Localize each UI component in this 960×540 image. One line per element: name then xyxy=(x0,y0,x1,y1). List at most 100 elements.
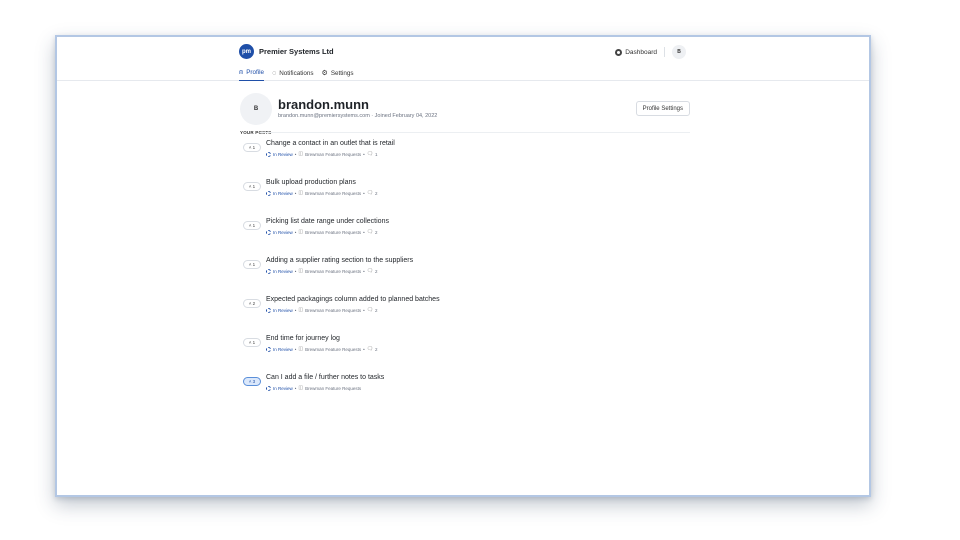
comment-icon: 🗨 xyxy=(366,268,374,274)
status-badge: In Review xyxy=(266,190,293,196)
tab-notifications[interactable]: ◌ Notifications xyxy=(272,65,313,81)
section-divider xyxy=(260,132,690,133)
board-icon: ◫ xyxy=(298,268,304,274)
chevron-up-icon: ˄ xyxy=(248,340,252,345)
app-window: pm Premier Systems Ltd Dashboard B ⍝ Pro… xyxy=(55,35,871,497)
post-item[interactable]: ˄ 1 End time for journey log In Review •… xyxy=(243,335,683,374)
upvote-button[interactable]: ˄ 3 xyxy=(243,377,261,386)
in-review-icon xyxy=(266,346,271,352)
status-badge: In Review xyxy=(266,151,293,157)
board-icon: ◫ xyxy=(298,229,304,235)
profile-tabs: ⍝ Profile ◌ Notifications ⚙ Settings xyxy=(239,65,354,81)
comment-icon: 🗨 xyxy=(366,190,374,196)
separator-dot: • xyxy=(294,346,297,352)
separator-dot: • xyxy=(363,346,365,352)
in-review-icon xyxy=(266,229,271,235)
comment-icon: 🗨 xyxy=(366,346,374,352)
separator-dot: • xyxy=(294,190,297,196)
upvote-button[interactable]: ˄ 1 xyxy=(243,143,261,152)
post-item[interactable]: ˄ 1 Bulk upload production plans In Revi… xyxy=(243,179,683,218)
board-icon: ◫ xyxy=(298,151,304,157)
board-name[interactable]: Brewman Feature Requests xyxy=(305,386,361,391)
posts-list: ˄ 1 Change a contact in an outlet that i… xyxy=(243,140,683,413)
upvote-button[interactable]: ˄ 1 xyxy=(243,182,261,191)
top-bar: pm Premier Systems Ltd Dashboard B ⍝ Pro… xyxy=(57,37,869,81)
comment-count: 2 xyxy=(375,268,378,274)
status-badge: In Review xyxy=(266,229,293,235)
vote-count: 3 xyxy=(252,379,256,384)
in-review-icon xyxy=(266,268,271,274)
top-right-actions: Dashboard B xyxy=(615,45,686,59)
tab-profile[interactable]: ⍝ Profile xyxy=(239,65,265,81)
post-title[interactable]: Picking list date range under collection… xyxy=(266,218,389,225)
separator-dot: • xyxy=(363,307,365,313)
separator-dot: • xyxy=(363,190,365,196)
company-name: Premier Systems Ltd xyxy=(259,47,334,56)
board-icon: ◫ xyxy=(298,307,304,313)
user-menu-avatar[interactable]: B xyxy=(672,45,686,59)
status-label: In Review xyxy=(273,190,293,196)
upvote-button[interactable]: ˄ 1 xyxy=(243,338,261,347)
in-review-icon xyxy=(266,307,271,313)
post-meta: In Review • ◫ Brewman Feature Requests •… xyxy=(266,190,378,196)
post-title[interactable]: Adding a supplier rating section to the … xyxy=(266,257,413,264)
board-name[interactable]: Brewman Feature Requests xyxy=(305,347,361,352)
brand[interactable]: pm Premier Systems Ltd xyxy=(239,44,334,59)
post-item[interactable]: ˄ 2 Expected packagings column added to … xyxy=(243,296,683,335)
post-title[interactable]: Can I add a file / further notes to task… xyxy=(266,374,384,381)
status-badge: In Review xyxy=(266,346,293,352)
profile-avatar: B xyxy=(240,93,272,125)
post-meta: In Review • ◫ Brewman Feature Requests •… xyxy=(266,151,378,157)
upvote-button[interactable]: ˄ 2 xyxy=(243,299,261,308)
separator-dot: • xyxy=(294,229,297,235)
post-meta: In Review • ◫ Brewman Feature Requests •… xyxy=(266,346,378,352)
board-name[interactable]: Brewman Feature Requests xyxy=(305,308,361,313)
profile-settings-button[interactable]: Profile Settings xyxy=(635,101,690,116)
post-title[interactable]: Change a contact in an outlet that is re… xyxy=(266,140,395,147)
separator-dot: • xyxy=(363,229,365,235)
tab-settings[interactable]: ⚙ Settings xyxy=(322,65,354,81)
comment-icon: 🗨 xyxy=(366,307,374,313)
user-info: brandon.munn@premiersystems.com · Joined… xyxy=(278,113,438,119)
bell-icon: ◌ xyxy=(272,69,277,77)
vote-count: 1 xyxy=(252,184,256,189)
status-label: In Review xyxy=(273,385,293,391)
post-meta: In Review • ◫ Brewman Feature Requests •… xyxy=(266,307,378,313)
status-label: In Review xyxy=(273,151,293,157)
profile-header: B brandon.munn brandon.munn@premiersyste… xyxy=(240,93,690,127)
chevron-up-icon: ˄ xyxy=(248,223,252,228)
post-title[interactable]: End time for journey log xyxy=(266,335,340,342)
status-badge: In Review xyxy=(266,385,293,391)
comment-count: 2 xyxy=(375,307,378,313)
board-name[interactable]: Brewman Feature Requests xyxy=(305,269,361,274)
comment-icon: 🗨 xyxy=(366,229,374,235)
dashboard-link[interactable]: Dashboard xyxy=(615,48,657,56)
company-logo: pm xyxy=(239,44,254,59)
separator-dot: • xyxy=(363,268,365,274)
in-review-icon xyxy=(266,151,271,157)
board-name[interactable]: Brewman Feature Requests xyxy=(305,152,361,157)
post-meta: In Review • ◫ Brewman Feature Requests •… xyxy=(266,268,378,274)
post-item[interactable]: ˄ 3 Can I add a file / further notes to … xyxy=(243,374,683,413)
status-label: In Review xyxy=(273,229,293,235)
post-meta: In Review • ◫ Brewman Feature Requests •… xyxy=(266,229,378,235)
board-name[interactable]: Brewman Feature Requests xyxy=(305,230,361,235)
post-title[interactable]: Expected packagings column added to plan… xyxy=(266,296,440,303)
vote-count: 1 xyxy=(252,340,256,345)
post-meta: In Review • ◫ Brewman Feature Requests xyxy=(266,385,361,391)
vote-count: 2 xyxy=(252,301,256,306)
vote-count: 1 xyxy=(252,262,256,267)
vote-count: 1 xyxy=(252,223,256,228)
upvote-button[interactable]: ˄ 1 xyxy=(243,221,261,230)
post-item[interactable]: ˄ 1 Adding a supplier rating section to … xyxy=(243,257,683,296)
board-name[interactable]: Brewman Feature Requests xyxy=(305,191,361,196)
chevron-up-icon: ˄ xyxy=(248,301,252,306)
post-item[interactable]: ˄ 1 Change a contact in an outlet that i… xyxy=(243,140,683,179)
separator-dot: • xyxy=(294,307,297,313)
tab-label: Settings xyxy=(330,69,354,77)
post-item[interactable]: ˄ 1 Picking list date range under collec… xyxy=(243,218,683,257)
post-title[interactable]: Bulk upload production plans xyxy=(266,179,356,186)
board-icon: ◫ xyxy=(298,385,304,391)
chevron-up-icon: ˄ xyxy=(248,184,252,189)
upvote-button[interactable]: ˄ 1 xyxy=(243,260,261,269)
